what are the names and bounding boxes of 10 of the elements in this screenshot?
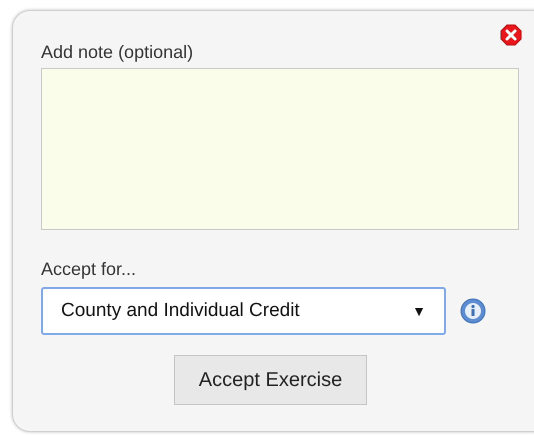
close-button[interactable]: [499, 23, 523, 47]
dropdown-arrow: ▼: [412, 302, 426, 320]
note-label: Add note (optional): [41, 41, 194, 63]
accept-exercise-button[interactable]: Accept Exercise: [174, 355, 367, 405]
select-value: County and Individual Credit: [61, 298, 300, 323]
note-field[interactable]: [41, 68, 519, 230]
close-icon: [500, 24, 522, 46]
accept-label: Accept for...: [41, 258, 138, 280]
accept-select[interactable]: County and Individual Credit ▼: [41, 287, 446, 335]
info-icon[interactable]: [460, 298, 486, 324]
